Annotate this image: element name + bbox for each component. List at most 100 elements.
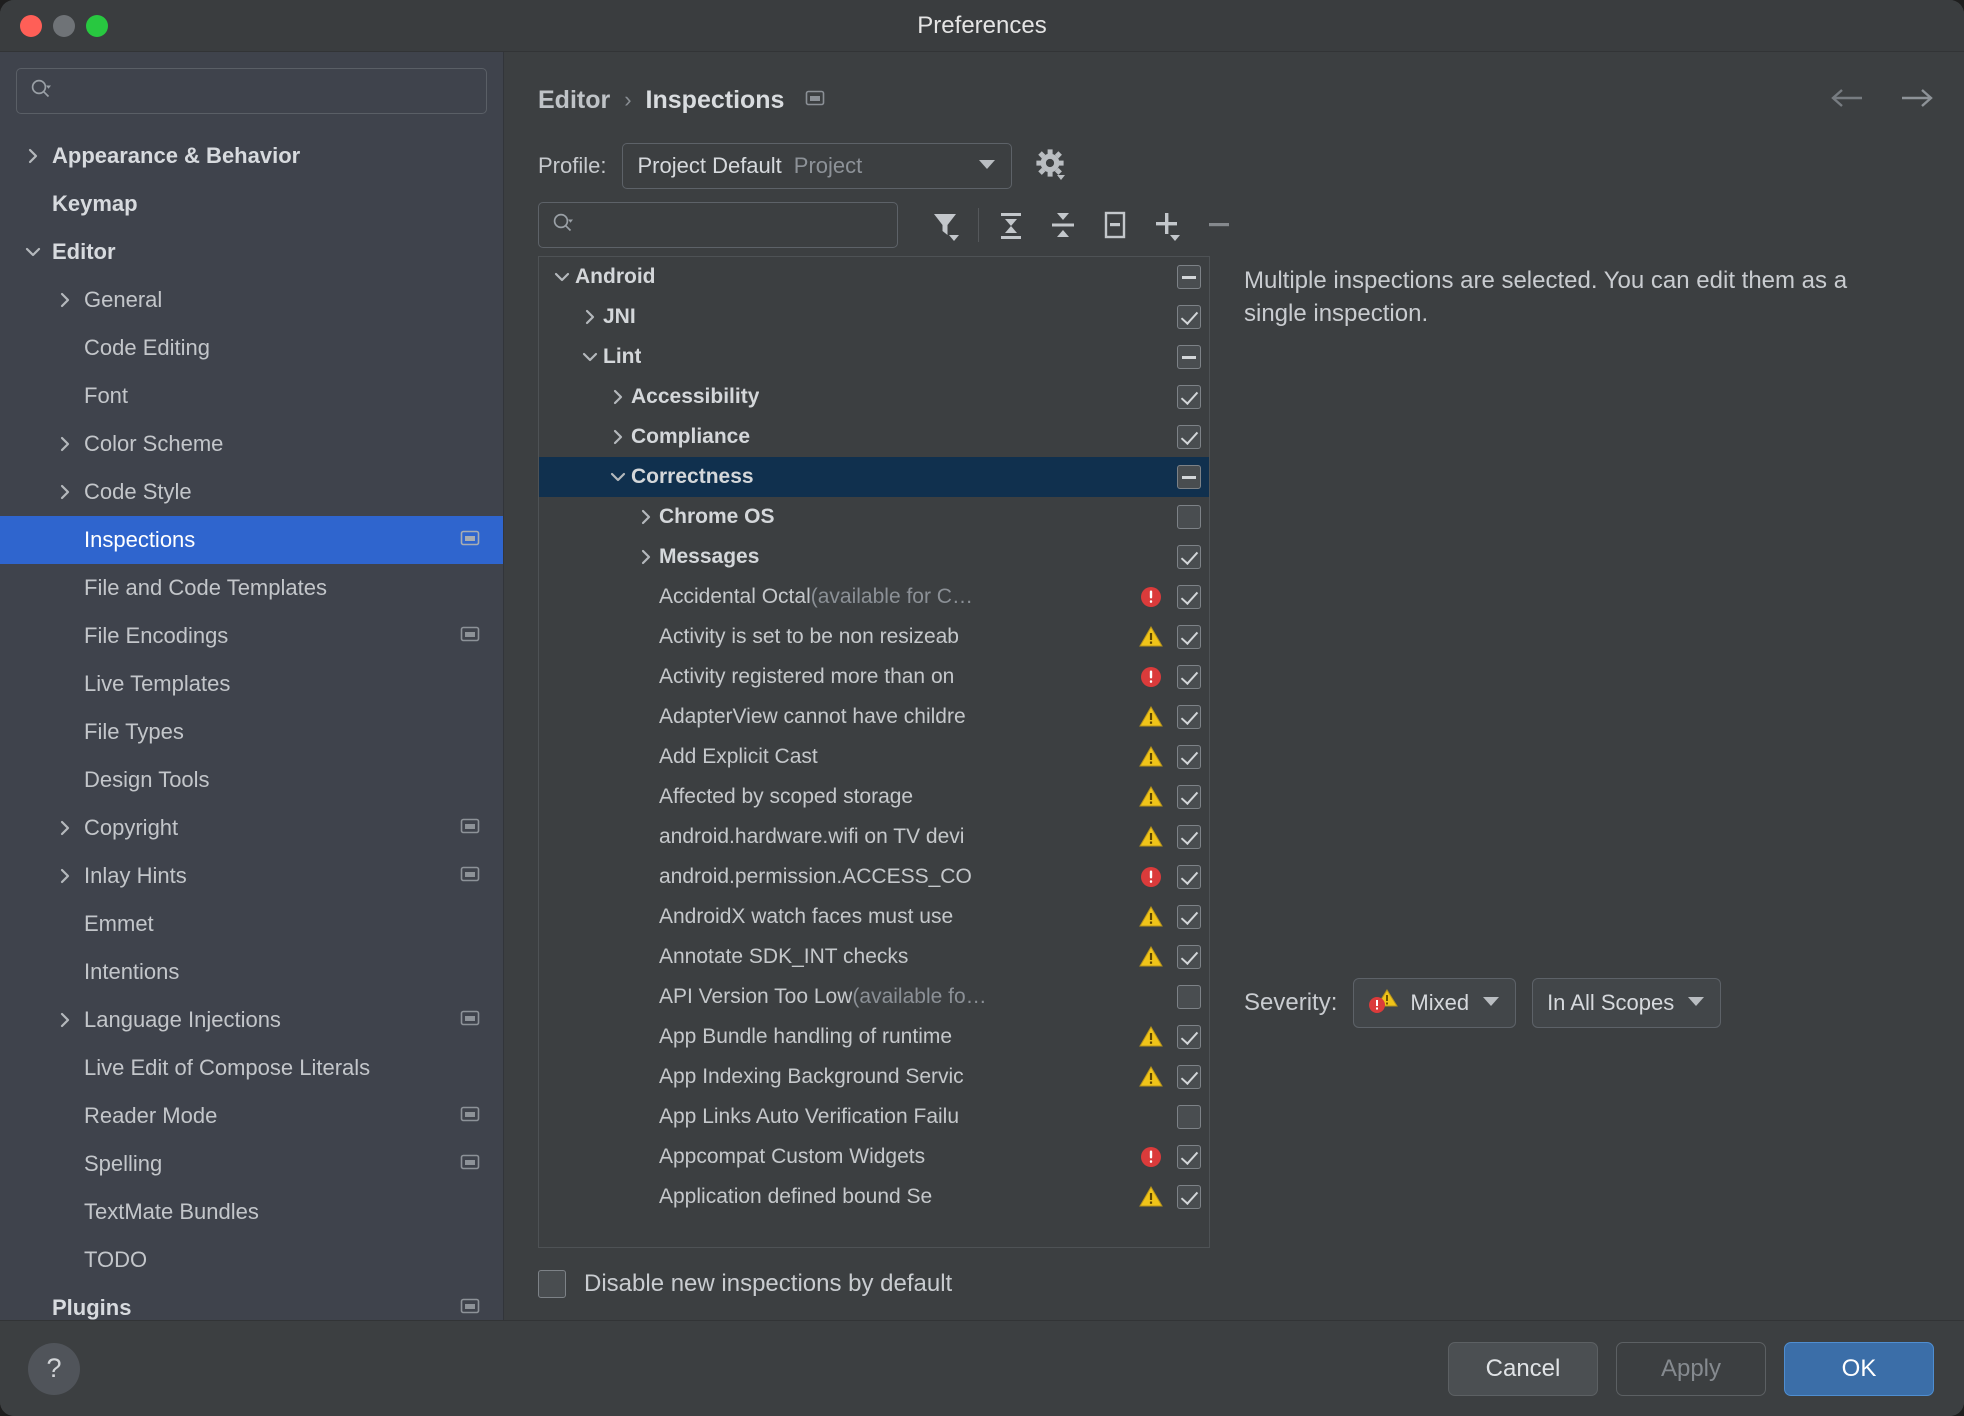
sidebar-item-language-injections[interactable]: Language Injections [0, 996, 503, 1044]
inspection-enabled-checkbox[interactable] [1169, 665, 1209, 689]
inspection-tree-row[interactable]: Activity registered more than on [539, 657, 1209, 697]
sidebar-item-code-editing[interactable]: Code Editing [0, 324, 503, 372]
chevron-right-icon[interactable] [54, 865, 76, 887]
inspection-tree-row[interactable]: Appcompat Custom Widgets [539, 1137, 1209, 1177]
inspection-tree-row[interactable]: Compliance [539, 417, 1209, 457]
inspection-tree-row[interactable]: Add Explicit Cast [539, 737, 1209, 777]
sidebar-item-general[interactable]: General [0, 276, 503, 324]
sidebar-item-copyright[interactable]: Copyright [0, 804, 503, 852]
sidebar-item-appearance-behavior[interactable]: Appearance & Behavior [0, 132, 503, 180]
sidebar-item-textmate-bundles[interactable]: TextMate Bundles [0, 1188, 503, 1236]
sidebar-item-emmet[interactable]: Emmet [0, 900, 503, 948]
inspection-tree-row[interactable]: AdapterView cannot have childre [539, 697, 1209, 737]
disable-new-inspections-checkbox[interactable] [538, 1270, 566, 1298]
chevron-right-icon[interactable] [54, 433, 76, 455]
disable-new-inspections-row[interactable]: Disable new inspections by default [504, 1248, 1964, 1320]
sidebar-item-spelling[interactable]: Spelling [0, 1140, 503, 1188]
chevron-right-icon[interactable] [605, 427, 631, 447]
inspection-enabled-checkbox[interactable] [1169, 1105, 1209, 1129]
inspection-enabled-checkbox[interactable] [1169, 265, 1209, 289]
inspection-enabled-checkbox[interactable] [1169, 1065, 1209, 1089]
apply-button[interactable]: Apply [1616, 1341, 1766, 1396]
inspection-enabled-checkbox[interactable] [1169, 625, 1209, 649]
inspection-enabled-checkbox[interactable] [1169, 585, 1209, 609]
chevron-right-icon[interactable] [633, 547, 659, 567]
inspection-tree-row[interactable]: App Indexing Background Servic [539, 1057, 1209, 1097]
inspection-enabled-checkbox[interactable] [1169, 785, 1209, 809]
sidebar-item-plugins[interactable]: Plugins [0, 1284, 503, 1320]
inspection-enabled-checkbox[interactable] [1169, 1145, 1209, 1169]
add-icon[interactable] [1141, 202, 1193, 248]
inspection-search-box[interactable] [538, 202, 898, 248]
sidebar-item-live-edit-of-compose-literals[interactable]: Live Edit of Compose Literals [0, 1044, 503, 1092]
chevron-down-icon[interactable] [22, 241, 44, 263]
sidebar-item-intentions[interactable]: Intentions [0, 948, 503, 996]
inspection-tree-row[interactable]: Affected by scoped storage [539, 777, 1209, 817]
inspection-enabled-checkbox[interactable] [1169, 345, 1209, 369]
close-window-button[interactable] [20, 14, 42, 37]
inspection-tree-row[interactable]: Lint [539, 337, 1209, 377]
chevron-right-icon[interactable] [22, 145, 44, 167]
chevron-right-icon[interactable] [54, 817, 76, 839]
sidebar-item-inlay-hints[interactable]: Inlay Hints [0, 852, 503, 900]
sidebar-item-inspections[interactable]: Inspections [0, 516, 503, 564]
sidebar-item-editor[interactable]: Editor [0, 228, 503, 276]
inspection-enabled-checkbox[interactable] [1169, 465, 1209, 489]
reset-icon[interactable] [1089, 202, 1141, 248]
chevron-down-icon[interactable] [549, 267, 575, 287]
chevron-right-icon[interactable] [54, 289, 76, 311]
expand-all-icon[interactable] [985, 202, 1037, 248]
sidebar-item-color-scheme[interactable]: Color Scheme [0, 420, 503, 468]
breadcrumb-root[interactable]: Editor [538, 86, 610, 115]
minimize-window-button[interactable] [53, 14, 75, 37]
inspection-enabled-checkbox[interactable] [1169, 425, 1209, 449]
inspection-tree-row[interactable]: Annotate SDK_INT checks [539, 937, 1209, 977]
inspection-tree-row[interactable]: JNI [539, 297, 1209, 337]
scope-dropdown[interactable]: In All Scopes [1532, 978, 1722, 1028]
inspection-tree-row[interactable]: Messages [539, 537, 1209, 577]
inspection-tree-row[interactable]: App Bundle handling of runtime [539, 1017, 1209, 1057]
inspection-enabled-checkbox[interactable] [1169, 545, 1209, 569]
inspection-enabled-checkbox[interactable] [1169, 1025, 1209, 1049]
sidebar-item-code-style[interactable]: Code Style [0, 468, 503, 516]
profile-dropdown[interactable]: Project Default Project [622, 143, 1013, 189]
inspection-enabled-checkbox[interactable] [1169, 945, 1209, 969]
inspection-enabled-checkbox[interactable] [1169, 865, 1209, 889]
inspection-tree-row[interactable]: Android [539, 257, 1209, 297]
inspection-tree-row[interactable]: API Version Too Low (available fo… [539, 977, 1209, 1017]
inspection-tree-row[interactable]: Application defined bound Se [539, 1177, 1209, 1217]
inspection-tree[interactable]: Android JNI Lint Accessibility Compliance Cor… [538, 256, 1210, 1248]
chevron-right-icon[interactable] [633, 507, 659, 527]
severity-dropdown[interactable]: Mixed [1353, 978, 1517, 1028]
forward-arrow-icon[interactable] [1896, 85, 1936, 116]
ok-button[interactable]: OK [1784, 1341, 1934, 1396]
inspection-enabled-checkbox[interactable] [1169, 745, 1209, 769]
chevron-down-icon[interactable] [605, 467, 631, 487]
sidebar-item-live-templates[interactable]: Live Templates [0, 660, 503, 708]
inspection-tree-row[interactable]: Accidental Octal (available for C… [539, 577, 1209, 617]
chevron-right-icon[interactable] [605, 387, 631, 407]
inspection-search-input[interactable] [581, 214, 885, 236]
inspection-tree-row[interactable]: AndroidX watch faces must use [539, 897, 1209, 937]
inspection-tree-row[interactable]: android.permission.ACCESS_CO [539, 857, 1209, 897]
back-arrow-icon[interactable] [1828, 85, 1868, 116]
inspection-enabled-checkbox[interactable] [1169, 825, 1209, 849]
filter-icon[interactable] [920, 202, 972, 248]
collapse-all-icon[interactable] [1037, 202, 1089, 248]
gear-icon[interactable] [1034, 147, 1068, 186]
chevron-right-icon[interactable] [54, 481, 76, 503]
inspection-enabled-checkbox[interactable] [1169, 985, 1209, 1009]
sidebar-item-file-and-code-templates[interactable]: File and Code Templates [0, 564, 503, 612]
sidebar-item-file-encodings[interactable]: File Encodings [0, 612, 503, 660]
sidebar-item-design-tools[interactable]: Design Tools [0, 756, 503, 804]
maximize-window-button[interactable] [86, 14, 108, 37]
inspection-tree-row[interactable]: android.hardware.wifi on TV devi [539, 817, 1209, 857]
sidebar-item-file-types[interactable]: File Types [0, 708, 503, 756]
sidebar-search-input[interactable] [59, 80, 474, 102]
sidebar-item-keymap[interactable]: Keymap [0, 180, 503, 228]
inspection-tree-row[interactable]: Accessibility [539, 377, 1209, 417]
inspection-enabled-checkbox[interactable] [1169, 505, 1209, 529]
sidebar-item-reader-mode[interactable]: Reader Mode [0, 1092, 503, 1140]
inspection-tree-row[interactable]: Chrome OS [539, 497, 1209, 537]
sidebar-item-font[interactable]: Font [0, 372, 503, 420]
